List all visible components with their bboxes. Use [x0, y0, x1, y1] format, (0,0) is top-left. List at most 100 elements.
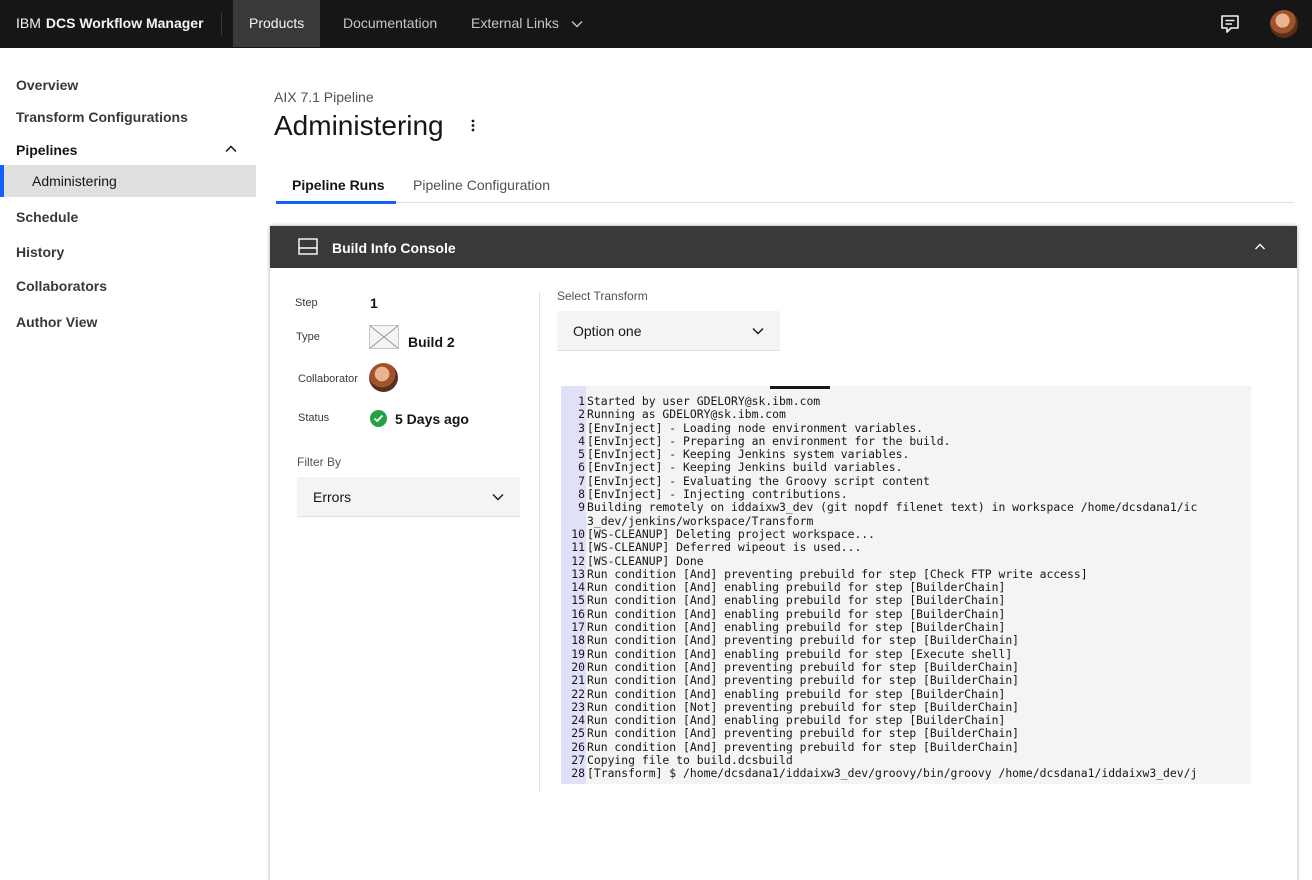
log-line-text: Building remotely on iddaixw3_dev (git n…: [587, 500, 1198, 515]
filter-by-dropdown[interactable]: Errors: [297, 477, 520, 517]
user-avatar: [1270, 10, 1298, 38]
log-line: 24 Run condition [And] enabling prebuild …: [561, 713, 1251, 728]
user-menu-button[interactable]: [1260, 0, 1308, 48]
log-line-text: Run condition [And] preventing prebuild …: [587, 659, 1020, 674]
log-line-number: 24: [571, 713, 585, 728]
select-transform-dropdown[interactable]: Option one: [557, 311, 780, 351]
log-line-number: 19: [571, 646, 585, 661]
chat-icon: [1221, 15, 1239, 33]
chevron-down-icon: [492, 494, 504, 501]
log-line-text: Run condition [And] preventing prebuild …: [587, 673, 1020, 688]
log-line-number: 20: [571, 659, 585, 674]
overflow-menu-icon[interactable]: [466, 116, 480, 136]
log-line-text: Running as GDELORY@sk.ibm.com: [587, 407, 786, 422]
log-line: 5 [EnvInject] - Keeping Jenkins system va…: [561, 447, 1251, 462]
log-line-text: [EnvInject] - Keeping Jenkins build vari…: [587, 460, 903, 475]
log-line-number: 8: [578, 487, 585, 502]
log-line-number: 25: [571, 726, 585, 741]
log-line-text: [WS-CLEANUP] Deferred wipeout is used...: [587, 540, 862, 555]
card-header[interactable]: Build Info Console: [270, 226, 1297, 268]
status-value: 5 Days ago: [395, 411, 469, 427]
sidebar-item-transform-configurations[interactable]: Transform Configurations: [16, 109, 188, 125]
sidebar-item-collaborators[interactable]: Collaborators: [16, 278, 107, 294]
log-line-text: Run condition [And] enabling prebuild fo…: [587, 606, 1006, 621]
card-title: Build Info Console: [332, 240, 456, 256]
log-line-text: Run condition [And] preventing prebuild …: [587, 566, 1088, 581]
select-transform-label: Select Transform: [557, 289, 648, 303]
select-transform-selected: Option one: [573, 323, 642, 339]
type-value: Build 2: [408, 334, 455, 350]
log-line: 12 [WS-CLEANUP] Done: [561, 553, 1251, 568]
log-line: 13 Run condition [And] preventing prebuil…: [561, 566, 1251, 581]
sidebar-item-schedule[interactable]: Schedule: [16, 209, 78, 225]
tab-pipeline-configuration[interactable]: Pipeline Configuration: [413, 177, 550, 193]
log-line-number: 23: [571, 699, 585, 714]
log-line-text: Run condition [And] enabling prebuild fo…: [587, 646, 1013, 661]
log-line: 3_dev/jenkins/workspace/Transform: [561, 514, 1251, 528]
log-line-number: 7: [578, 473, 585, 488]
feedback-button[interactable]: [1206, 0, 1254, 48]
status-label: Status: [298, 412, 330, 424]
log-line-text: Run condition [And] preventing prebuild …: [587, 726, 1020, 741]
log-line: 19 Run condition [And] enabling prebuild …: [561, 646, 1251, 661]
collaborator-avatar[interactable]: [369, 363, 398, 392]
tab-pipeline-runs[interactable]: Pipeline Runs: [292, 177, 385, 193]
chevron-down-icon: [571, 21, 583, 28]
log-line: 22 Run condition [And] enabling prebuild …: [561, 687, 1251, 701]
sidebar-item-author-view[interactable]: Author View: [16, 314, 97, 330]
log-line-number: 21: [571, 673, 585, 688]
log-line-number: 4: [578, 433, 585, 448]
breadcrumb: AIX 7.1 Pipeline: [274, 89, 374, 105]
sidebar-item-administering[interactable]: Administering: [0, 165, 256, 197]
build-log-console[interactable]: 1 Started by user GDELORY@sk.ibm.com 2 Runn…: [561, 386, 1251, 784]
log-line-text: [EnvInject] - Preparing an environment f…: [587, 433, 951, 448]
log-line: 17 Run condition [And] enabling prebuild …: [561, 620, 1251, 635]
log-line-text: [WS-CLEANUP] Deleting project workspace.…: [587, 526, 876, 541]
collaborator-label: Collaborator: [298, 373, 358, 385]
log-line-text: Run condition [And] enabling prebuild fo…: [587, 620, 1006, 635]
log-line: 3 [EnvInject] - Loading node environment …: [561, 420, 1251, 435]
column-divider: [539, 292, 540, 792]
sidebar-item-history[interactable]: History: [16, 244, 64, 260]
nav-external-links[interactable]: External Links: [455, 0, 599, 47]
log-line: 8 [EnvInject] - Injecting contributions.: [561, 487, 1251, 502]
filter-by-selected: Errors: [313, 489, 352, 505]
page-title: Administering: [274, 110, 444, 141]
log-line: 23 Run condition [Not] preventing prebuil…: [561, 699, 1251, 714]
log-line-number: 3: [578, 420, 585, 435]
collapse-chevron-icon[interactable]: [1254, 242, 1266, 252]
log-line-text: Run condition [And] preventing prebuild …: [587, 633, 1020, 648]
log-line-number: 15: [571, 593, 585, 608]
sidebar-item-overview[interactable]: Overview: [16, 77, 78, 93]
log-line-text: [EnvInject] - Evaluating the Groovy scri…: [587, 473, 930, 488]
log-line-text: Started by user GDELORY@sk.ibm.com: [587, 394, 821, 408]
chevron-up-icon[interactable]: [224, 142, 238, 156]
log-line-text: [WS-CLEANUP] Done: [587, 553, 704, 568]
log-line-number: [561, 515, 586, 528]
log-line: 26 Run condition [And] preventing prebuil…: [561, 739, 1251, 754]
log-line-text: Run condition [And] enabling prebuild fo…: [587, 580, 1006, 595]
log-line-number: 2: [578, 407, 585, 422]
build-type-image-placeholder: [369, 325, 399, 349]
log-line-number: 18: [571, 633, 585, 648]
log-lines: 1 Started by user GDELORY@sk.ibm.com 2 Runn…: [561, 394, 1251, 781]
log-line-number: 26: [571, 739, 585, 754]
sidebar-sub-label: Administering: [32, 173, 117, 189]
log-line-number: 6: [578, 460, 585, 475]
log-line-number: 16: [571, 606, 585, 621]
log-line-number: 28: [571, 766, 585, 781]
top-header: IBM DCS Workflow Manager Products Documen…: [0, 0, 1312, 48]
sidebar-item-pipelines[interactable]: Pipelines: [16, 142, 77, 158]
log-line-number: 11: [571, 540, 585, 555]
app-brand[interactable]: IBM DCS Workflow Manager: [16, 0, 204, 48]
log-line-text: Run condition [And] enabling prebuild fo…: [587, 713, 1006, 728]
log-line-number: 13: [571, 566, 585, 581]
log-line-text: [EnvInject] - Keeping Jenkins system var…: [587, 447, 910, 462]
filter-by-label: Filter By: [297, 455, 342, 469]
log-line: 18 Run condition [And] preventing prebuil…: [561, 633, 1251, 648]
brand-prefix: IBM: [16, 15, 41, 31]
log-line-number: 17: [571, 620, 585, 635]
log-line: 20 Run condition [And] preventing prebuil…: [561, 659, 1251, 674]
nav-products[interactable]: Products: [233, 0, 321, 47]
nav-documentation[interactable]: Documentation: [327, 0, 453, 47]
